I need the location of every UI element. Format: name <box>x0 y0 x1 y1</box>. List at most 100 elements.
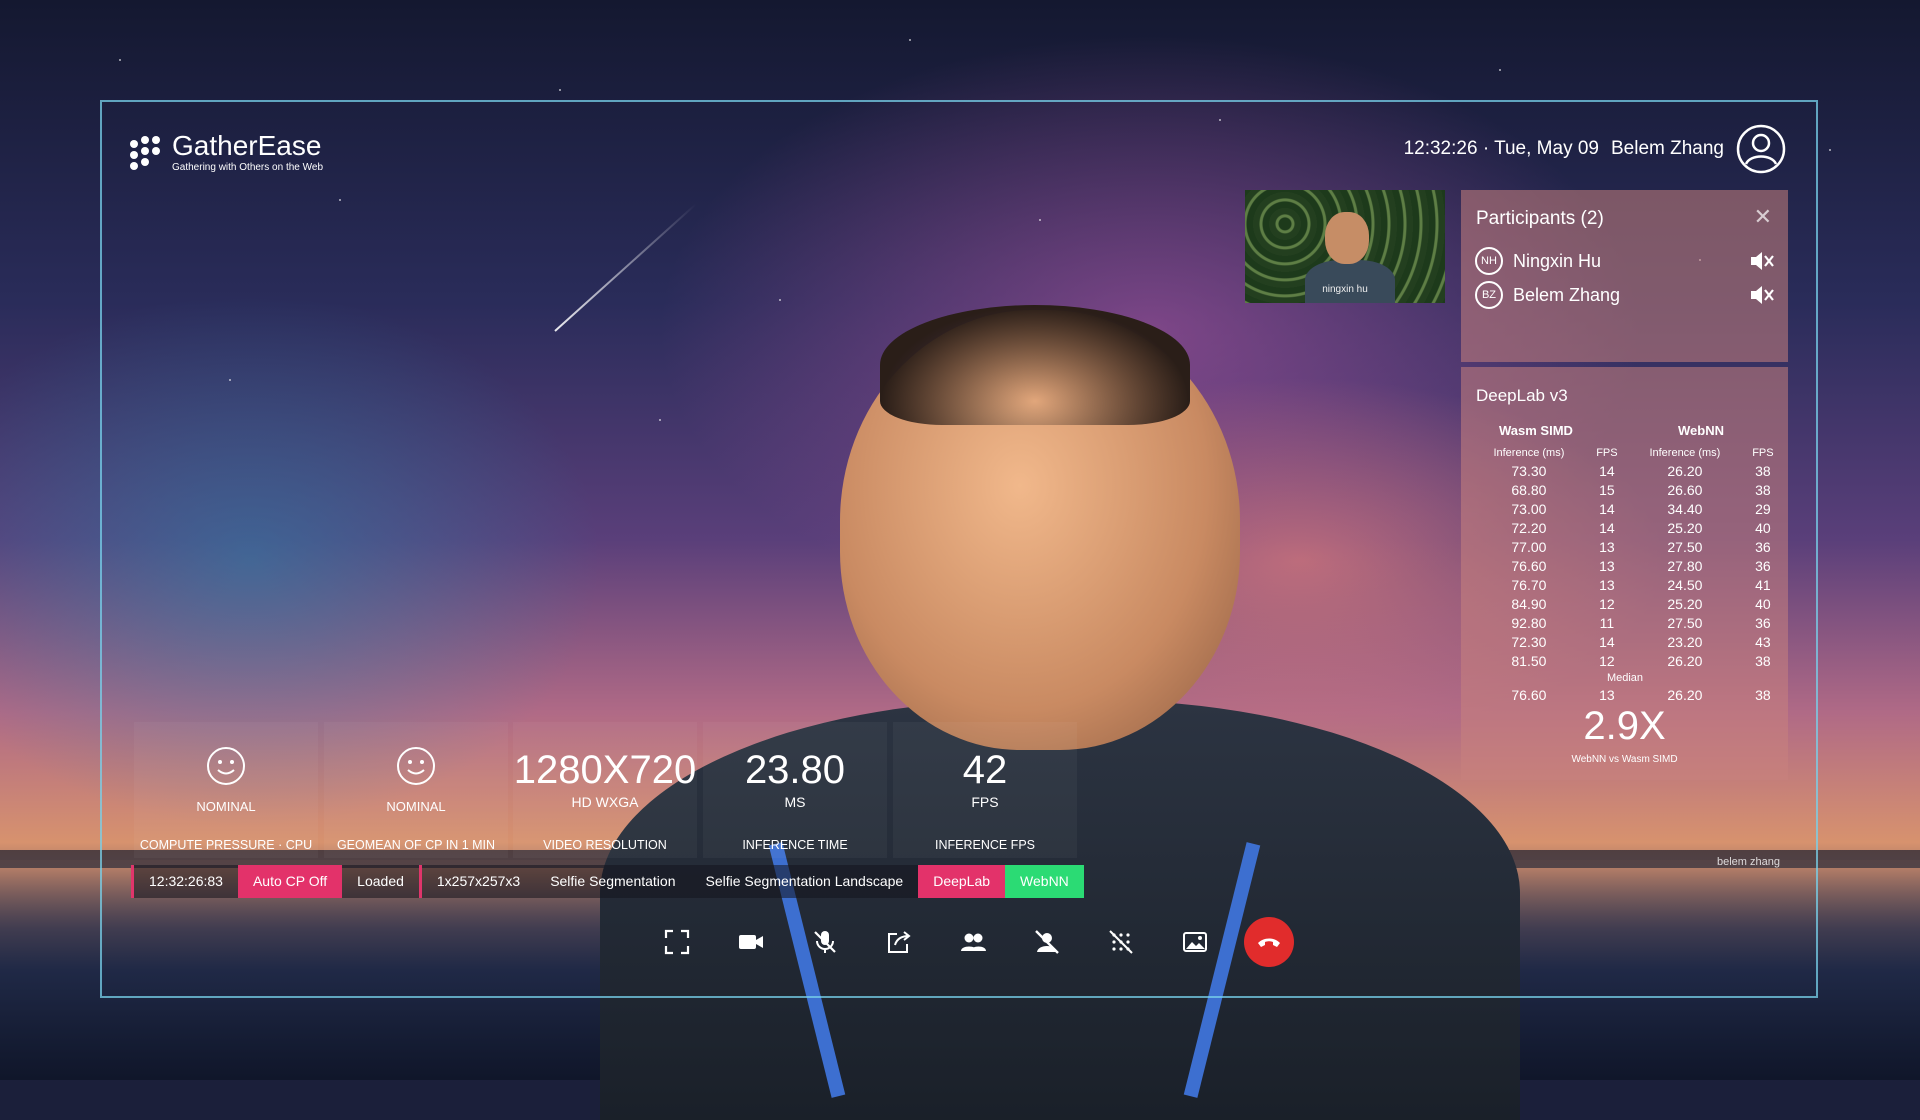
column-header: Inference (ms) <box>1649 447 1721 459</box>
column-header: FPS <box>1752 447 1774 459</box>
metric-label: INFERENCE FPS <box>934 838 1035 852</box>
header-clock: 12:32:26 · Tue, May 09 <box>1403 138 1599 159</box>
end-call-icon <box>1258 938 1280 947</box>
table-row: 72.30 14 23.20 43 <box>1469 632 1781 651</box>
table-cell: 77.00 <box>1511 538 1547 555</box>
table-cell: 36 <box>1755 614 1771 631</box>
metric-unit: MS <box>784 794 806 810</box>
blur-background-button[interactable] <box>1084 915 1158 969</box>
app-name: GatherEase <box>172 130 322 161</box>
auto-cp-toggle[interactable]: Auto CP Off <box>237 865 343 898</box>
speedup-label: WebNN vs Wasm SIMD <box>1571 754 1678 765</box>
share-screen-button[interactable] <box>862 915 936 969</box>
end-call-circle <box>1244 917 1294 967</box>
metric-value: 23.80 <box>744 748 846 792</box>
background-image-icon <box>1183 932 1207 952</box>
benchmark-title: DeepLab v3 <box>1476 386 1568 405</box>
table-cell: 25.20 <box>1667 595 1703 612</box>
table-cell: 43 <box>1755 633 1771 650</box>
participant-row[interactable]: NH Ningxin Hu <box>1475 247 1775 275</box>
table-row: 72.20 14 25.20 40 <box>1469 518 1781 537</box>
table-cell: 27.50 <box>1667 538 1703 555</box>
table-cell: 14 <box>1599 500 1615 517</box>
benchmark-panel: DeepLab v3 Wasm SIMD WebNN Inference (ms… <box>1461 367 1788 780</box>
metric-geomean-cp: NOMINAL GEOMEAN OF CP IN 1 MIN <box>324 722 508 858</box>
table-cell: 34.40 <box>1667 500 1703 517</box>
table-cell: 24.50 <box>1667 576 1703 593</box>
median-cell: 26.20 <box>1667 686 1703 703</box>
model-selfie-segmentation[interactable]: Selfie Segmentation <box>535 865 691 898</box>
background-image-button[interactable] <box>1158 915 1232 969</box>
microphone-button[interactable] <box>788 915 862 969</box>
table-row: 81.50 12 26.20 38 <box>1469 651 1781 670</box>
median-cell: 13 <box>1599 686 1615 703</box>
logo-dots-icon <box>130 136 164 170</box>
metric-unit: HD WXGA <box>571 794 639 810</box>
table-row: 76.60 13 27.80 36 <box>1469 556 1781 575</box>
table-row: 92.80 11 27.50 36 <box>1469 613 1781 632</box>
metric-status: NOMINAL <box>386 799 446 814</box>
microphone-muted-icon <box>814 931 836 953</box>
end-call-button[interactable] <box>1232 915 1306 969</box>
table-cell: 14 <box>1599 519 1615 536</box>
share-screen-icon <box>888 931 911 953</box>
table-cell: 81.50 <box>1511 652 1547 669</box>
model-selfie-segmentation-landscape[interactable]: Selfie Segmentation Landscape <box>690 865 919 898</box>
speaker-muted-icon[interactable] <box>1749 284 1775 306</box>
table-cell: 11 <box>1599 614 1615 631</box>
backend-webnn[interactable]: WebNN <box>1005 865 1084 898</box>
table-cell: 12 <box>1599 595 1615 612</box>
table-row: 73.00 14 34.40 29 <box>1469 499 1781 518</box>
table-cell: 72.20 <box>1511 519 1547 536</box>
median-cell: 38 <box>1755 686 1771 703</box>
participants-icon <box>961 933 986 951</box>
participants-panel: Participants (2) ✕ NH Ningxin Hu BZ Bele… <box>1461 190 1788 362</box>
median-label: Median <box>1606 671 1644 684</box>
camera-button[interactable] <box>714 915 788 969</box>
smiley-icon <box>397 747 435 785</box>
median-row: 76.60 13 26.20 38 <box>1469 685 1781 704</box>
table-cell: 13 <box>1599 557 1615 574</box>
metric-inference-time: 23.80 MS INFERENCE TIME <box>703 722 887 858</box>
camera-icon <box>739 935 763 949</box>
column-header: FPS <box>1596 447 1618 459</box>
table-cell: 38 <box>1755 481 1771 498</box>
metric-compute-pressure: NOMINAL COMPUTE PRESSURE · CPU <box>134 722 318 858</box>
metric-label: COMPUTE PRESSURE · CPU <box>139 838 313 852</box>
header-user-name: Belem Zhang <box>1610 138 1724 159</box>
hide-self-button[interactable] <box>1010 915 1084 969</box>
table-cell: 27.80 <box>1667 557 1703 574</box>
thumbnail-person-face <box>1325 212 1369 264</box>
table-cell: 72.30 <box>1511 633 1547 650</box>
table-cell: 40 <box>1755 519 1771 536</box>
table-cell: 84.90 <box>1511 595 1547 612</box>
table-cell: 38 <box>1755 652 1771 669</box>
table-row: 77.00 13 27.50 36 <box>1469 537 1781 556</box>
table-row: 73.30 14 26.20 38 <box>1469 461 1781 480</box>
metric-unit: FPS <box>971 794 999 810</box>
blur-background-icon <box>1109 930 1133 954</box>
metric-label: INFERENCE TIME <box>742 838 848 852</box>
fullscreen-icon <box>664 929 690 955</box>
table-cell: 26.20 <box>1667 462 1703 479</box>
benchmark-rows: 73.30 14 26.20 38 68.80 15 26.60 38 73.00 14 34.40… <box>1469 461 1781 704</box>
model-deeplab[interactable]: DeepLab <box>918 865 1006 898</box>
participant-row[interactable]: BZ Belem Zhang <box>1475 281 1775 309</box>
median-cell: 76.60 <box>1511 686 1547 703</box>
close-icon[interactable]: ✕ <box>1754 204 1772 230</box>
table-cell: 12 <box>1599 652 1615 669</box>
participants-button[interactable] <box>936 915 1010 969</box>
table-cell: 27.50 <box>1667 614 1703 631</box>
app-logo[interactable]: GatherEase Gathering with Others on the … <box>130 132 323 174</box>
table-cell: 76.70 <box>1511 576 1547 593</box>
group-label-wasm: Wasm SIMD <box>1499 423 1573 438</box>
metric-label: VIDEO RESOLUTION <box>543 838 667 852</box>
speaker-muted-icon[interactable] <box>1749 250 1775 272</box>
fullscreen-button[interactable] <box>640 915 714 969</box>
status-bar: 12:32:26:83 Auto CP Off Loaded 1x257x257… <box>131 865 1084 898</box>
user-circle-icon[interactable] <box>1736 124 1786 174</box>
participant-thumbnail[interactable]: ningxin hu <box>1245 190 1445 303</box>
header-user-area: 12:32:26 · Tue, May 09 Belem Zhang <box>1404 124 1786 174</box>
participant-initials: NH <box>1475 247 1503 275</box>
table-cell: 14 <box>1599 462 1615 479</box>
